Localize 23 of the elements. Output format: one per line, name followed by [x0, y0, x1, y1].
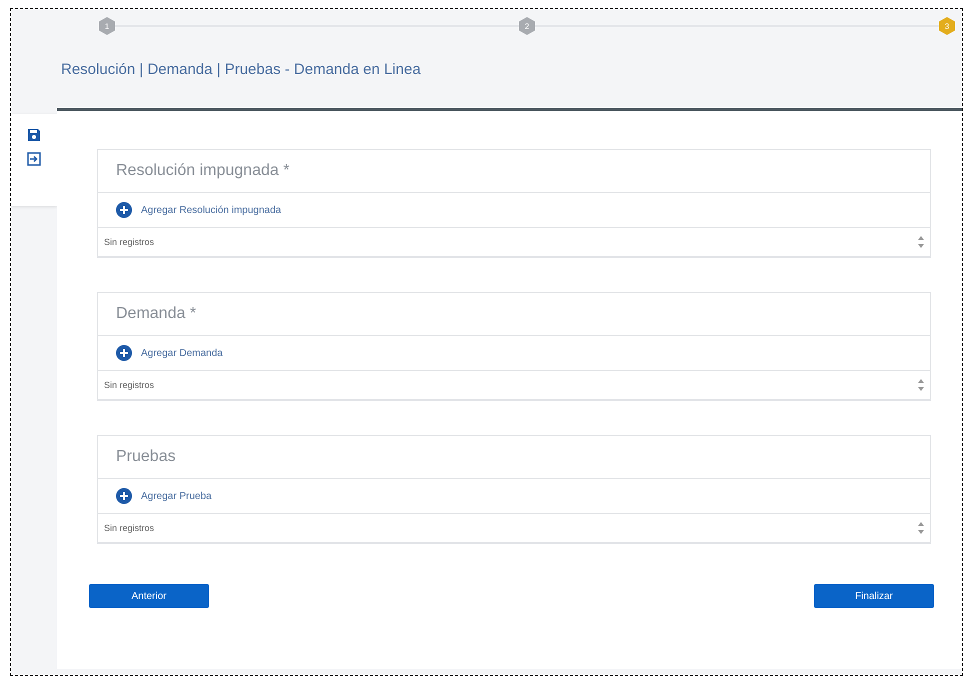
spinner-icon	[918, 235, 924, 249]
add-link[interactable]: Agregar Prueba	[116, 488, 212, 504]
save-icon[interactable]	[27, 128, 41, 142]
add-link[interactable]: Agregar Resolución impugnada	[116, 202, 282, 218]
add-icon	[116, 488, 132, 504]
back-button[interactable]: Anterior	[89, 584, 209, 608]
exit-icon[interactable]	[27, 152, 41, 166]
step-indicator: 2	[519, 17, 535, 35]
section-title: Pruebas	[98, 436, 930, 479]
step-indicator: 3	[939, 17, 955, 35]
add-icon	[116, 345, 132, 361]
spinner-icon	[918, 378, 924, 392]
records-field[interactable]: Sin registros	[98, 371, 930, 400]
records-field[interactable]: Sin registros	[98, 228, 930, 257]
spinner-icon	[918, 521, 924, 535]
section-title: Resolución impugnada *	[98, 150, 930, 193]
records-field[interactable]: Sin registros	[98, 514, 930, 543]
finish-button[interactable]: Finalizar	[814, 584, 934, 608]
section-title: Demanda *	[98, 293, 930, 336]
step-indicator: 1	[99, 17, 115, 35]
add-link[interactable]: Agregar Demanda	[116, 345, 223, 361]
add-icon	[116, 202, 132, 218]
page-title: Resolución | Demanda | Pruebas - Demanda en Linea	[61, 61, 422, 78]
